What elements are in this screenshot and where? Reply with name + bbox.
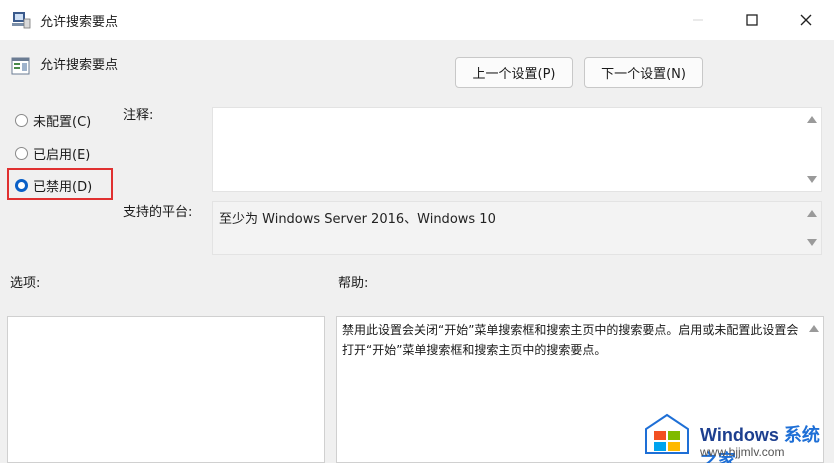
help-label: 帮助: [338,276,369,291]
supported-scrollbar[interactable] [803,202,821,254]
help-text: 禁用此设置会关闭“开始”菜单搜索框和搜索主页中的搜索要点。启用或未配置此设置会打… [342,323,799,357]
setting-title: 允许搜索要点 [40,58,119,73]
title-bar: 允许搜索要点 [0,0,834,40]
window-title: 允许搜索要点 [40,15,119,30]
scroll-down-arrow-icon[interactable] [807,176,817,183]
radio-not-configured[interactable]: 未配置(C) [15,111,91,130]
scroll-down-arrow-icon[interactable] [807,239,817,246]
options-panel [7,316,325,463]
setting-icon [11,57,30,75]
radio-label: 已启用(E) [33,148,91,163]
watermark-brand: Windows [700,425,779,445]
previous-setting-button[interactable]: 上一个设置(P) [455,57,573,88]
radio-circle[interactable] [15,114,28,127]
scroll-up-arrow-icon[interactable] [807,116,817,123]
watermark-url: www.bjjmlv.com [700,445,785,459]
highlight-box [7,168,113,200]
comment-scrollbar[interactable] [803,108,821,191]
scroll-up-arrow-icon[interactable] [809,325,819,332]
maximize-button[interactable] [738,8,766,32]
windows-logo-icon [645,413,689,454]
next-setting-button[interactable]: 下一个设置(N) [584,57,703,88]
minimize-button[interactable] [684,8,712,32]
scroll-up-arrow-icon[interactable] [807,210,817,217]
maximize-icon [746,14,758,26]
supported-platforms-value: 至少为 Windows Server 2016、Windows 10 [219,212,496,227]
close-button[interactable] [792,8,820,32]
options-label: 选项: [10,276,41,291]
close-icon [800,14,812,26]
supported-platforms-box: 至少为 Windows Server 2016、Windows 10 [212,201,822,255]
policy-app-icon [12,12,31,29]
comment-label: 注释: [123,108,154,123]
minimize-icon [693,19,703,21]
radio-circle[interactable] [15,147,28,160]
watermark: Windows 系统之家 www.bjjmlv.com [644,411,834,463]
radio-enabled[interactable]: 已启用(E) [15,144,90,163]
comment-textarea[interactable] [212,107,822,192]
supported-platforms-label: 支持的平台: [123,205,193,220]
radio-label: 未配置(C) [33,115,92,130]
